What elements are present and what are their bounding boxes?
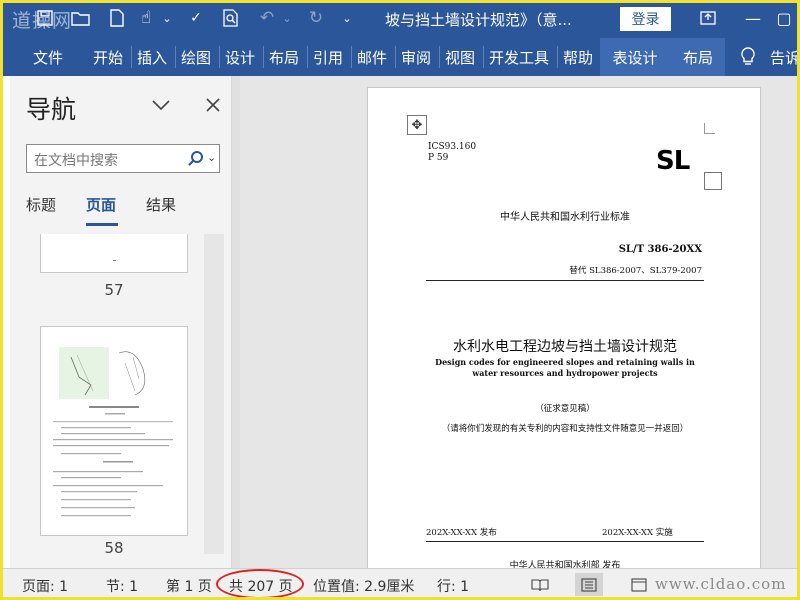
tab-help[interactable]: 帮助 [559, 38, 597, 76]
save-icon[interactable] [35, 6, 55, 30]
tell-me-search[interactable]: 告诉 [770, 38, 800, 76]
standard-name: 中华人民共和国水利行业标准 [500, 212, 630, 223]
document-title: 坡与挡土墙设计规范》（意... [385, 11, 572, 29]
search-options-icon[interactable]: ⌄ [207, 151, 216, 164]
navigation-pane: 导航 在文档中搜索 ⌄ 标题 页面 结果 57 58 [10, 76, 232, 568]
tab-layout[interactable]: 布局 [265, 38, 303, 76]
tab-separator [351, 46, 352, 68]
header-rule [426, 280, 704, 281]
vertical-ruler [232, 76, 240, 568]
footer-watermark: www.cldao.com [655, 575, 787, 593]
print-layout-icon[interactable] [575, 573, 603, 596]
touch-dropdown-icon[interactable]: ⌄ [160, 6, 174, 30]
redo-icon[interactable]: ↻ [305, 6, 327, 30]
nav-tab-pages[interactable]: 页面 [86, 194, 116, 215]
nav-title: 导航 [26, 95, 77, 124]
chevron-down-icon[interactable] [150, 94, 172, 116]
tab-separator [395, 46, 396, 68]
thumbnail-page-number: 57 [104, 281, 124, 299]
document-area: ✥ ICS93.160 P 59 SL 中华人民共和国水利行业标准 SL/T 3… [240, 76, 800, 568]
search-placeholder: 在文档中搜索 [34, 153, 118, 169]
margin-corner-mark [704, 123, 715, 134]
page-thumbnails: 57 58 [10, 234, 232, 568]
patent-note: （请将你们发现的有关专利的内容和支持性文件随意见一并返回） [441, 424, 689, 434]
maximize-icon[interactable]: ▢ [772, 5, 796, 31]
tab-separator [307, 46, 308, 68]
ics-line-1: ICS93.160 [428, 142, 477, 152]
open-folder-icon[interactable] [70, 6, 92, 30]
login-button[interactable]: 登录 [620, 7, 671, 31]
close-icon[interactable] [202, 94, 224, 116]
page-thumbnail[interactable] [40, 234, 188, 273]
touch-mode-icon[interactable]: ☝ [135, 6, 157, 30]
ribbon-tabs: 文件 开始 插入 绘图 设计 布局 引用 邮件 审阅 视图 开发工具 帮助 表设… [0, 38, 800, 76]
thumbnail-page-number: 58 [104, 539, 124, 557]
tab-design[interactable]: 设计 [221, 38, 259, 76]
search-icon[interactable] [187, 150, 205, 168]
tab-mailings[interactable]: 邮件 [353, 38, 391, 76]
implement-date: 202X-XX-XX 实施 [602, 528, 673, 538]
draft-label: （征求意见稿） [535, 404, 595, 414]
nav-tab-headings[interactable]: 标题 [26, 194, 56, 215]
page-thumbnail[interactable] [40, 326, 188, 536]
undo-icon[interactable]: ↶ [255, 6, 279, 30]
tab-table-layout[interactable]: 布局 [677, 38, 719, 76]
nav-scrollbar[interactable] [204, 234, 224, 554]
tab-references[interactable]: 引用 [309, 38, 347, 76]
minimize-icon[interactable]: — [738, 5, 768, 31]
tab-draw[interactable]: 绘图 [177, 38, 215, 76]
tab-home[interactable]: 开始 [89, 38, 127, 76]
undo-dropdown-icon[interactable]: ⌄ [280, 6, 294, 30]
table-cell-box[interactable] [704, 172, 722, 190]
status-bar: 页面: 1 节: 1 第 1 页 共 207 页 位置值: 2.9厘米 行: 1… [0, 568, 800, 600]
footer-rule [426, 541, 704, 542]
tab-insert[interactable]: 插入 [133, 38, 171, 76]
tab-separator [557, 46, 558, 68]
status-page-of[interactable]: 第 1 页 [166, 576, 212, 596]
standard-code: SL/T 386-20XX [618, 244, 702, 255]
status-section[interactable]: 节: 1 [106, 576, 138, 596]
tab-file[interactable]: 文件 [30, 38, 66, 76]
active-tab-indicator [86, 223, 118, 226]
web-layout-icon[interactable] [625, 573, 653, 596]
status-line[interactable]: 行: 1 [437, 576, 469, 596]
nav-tab-results[interactable]: 结果 [146, 194, 176, 215]
publish-date: 202X-XX-XX 发布 [426, 528, 497, 538]
tab-separator [131, 46, 132, 68]
ics-line-2: P 59 [428, 153, 449, 163]
highlight-annotation [216, 569, 304, 599]
search-input[interactable]: 在文档中搜索 ⌄ [26, 144, 220, 173]
tab-separator [175, 46, 176, 68]
customize-toolbar-icon[interactable]: ⌄ [340, 6, 354, 30]
document-title-en: Design codes for engineered slopes and r… [435, 357, 695, 378]
tab-separator [483, 46, 484, 68]
tab-separator [439, 46, 440, 68]
tab-developer[interactable]: 开发工具 [485, 38, 553, 76]
table-move-handle-icon[interactable]: ✥ [407, 115, 427, 135]
print-preview-icon[interactable] [220, 6, 242, 30]
status-position[interactable]: 位置值: 2.9厘米 [313, 576, 414, 596]
ics-code: ICS93.160 P 59 [428, 142, 476, 164]
tab-view[interactable]: 视图 [441, 38, 479, 76]
read-mode-icon[interactable] [526, 573, 554, 596]
document-page[interactable]: ✥ ICS93.160 P 59 SL 中华人民共和国水利行业标准 SL/T 3… [367, 87, 761, 568]
left-margin-strip [0, 76, 10, 568]
tab-separator [219, 46, 220, 68]
tab-table-design[interactable]: 表设计 [609, 38, 661, 76]
ribbon-display-options-icon[interactable] [693, 5, 723, 31]
replaces-line: 替代 SL386-2007、SL379-2007 [569, 266, 702, 276]
document-title-cn: 水利水电工程边坡与挡土墙设计规范 [453, 339, 677, 355]
tab-review[interactable]: 审阅 [397, 38, 435, 76]
new-document-icon[interactable] [107, 6, 127, 30]
lightbulb-icon[interactable] [737, 38, 759, 76]
status-page[interactable]: 页面: 1 [22, 576, 68, 596]
tab-separator [263, 46, 264, 68]
sl-logo: SL [656, 146, 690, 176]
publisher: 中华人民共和国水利部 发布 [509, 561, 621, 568]
title-bar: 道操网 ☝ ⌄ ✓ ↶ ⌄ ↻ ⌄ 坡与挡土墙设计规范》（意... 登录 — ▢ [0, 0, 800, 38]
spelling-icon[interactable]: ✓ [185, 6, 207, 30]
